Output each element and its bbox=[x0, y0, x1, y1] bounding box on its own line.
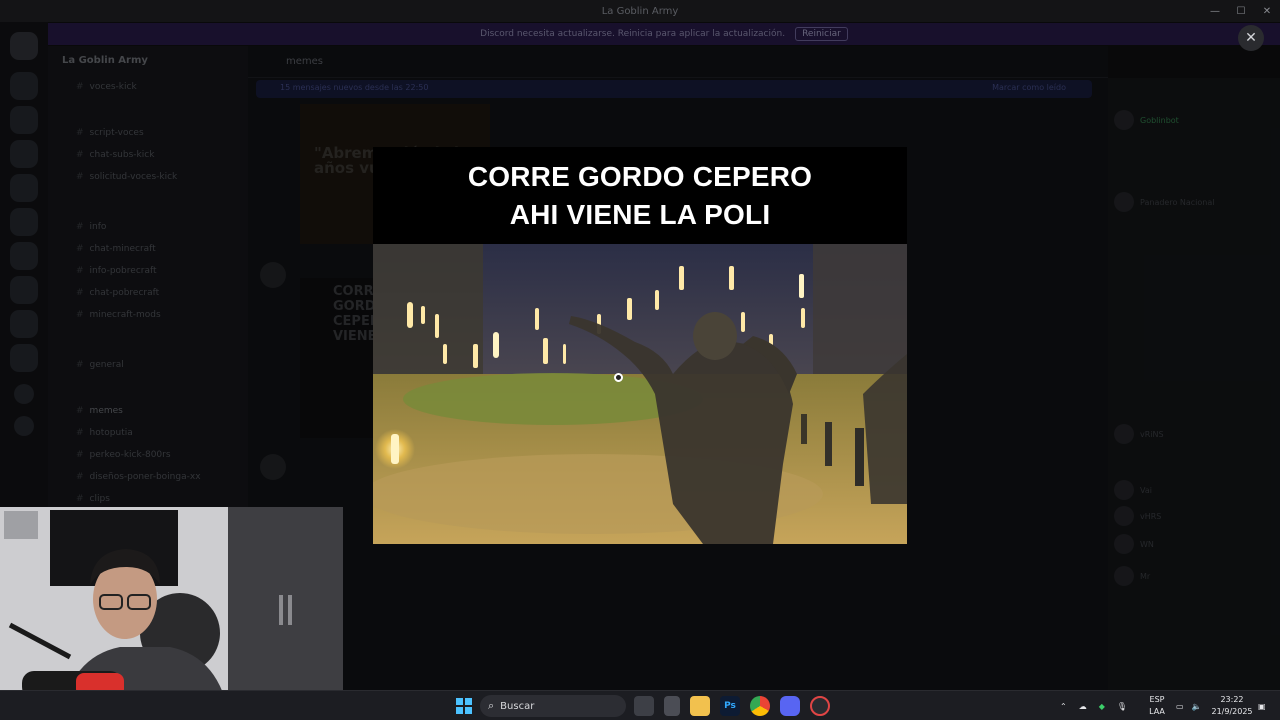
window-titlebar: La Goblin Army — ☐ ✕ bbox=[0, 0, 1280, 22]
wardrobe-handle bbox=[288, 595, 292, 625]
search-icon: ⌕ bbox=[488, 699, 495, 712]
photoshop-icon[interactable]: Ps bbox=[720, 696, 740, 716]
clock[interactable]: 23:22 21/9/2025 bbox=[1210, 694, 1254, 718]
notification-icon[interactable]: ▣ bbox=[1258, 691, 1266, 720]
windows-start-icon[interactable] bbox=[454, 696, 474, 716]
onedrive-icon[interactable]: ☁ bbox=[1079, 702, 1087, 711]
taskbar-search[interactable]: ⌕ Buscar bbox=[480, 695, 626, 717]
window-controls: — ☐ ✕ bbox=[1202, 0, 1280, 22]
network-icon[interactable]: ▭ bbox=[1176, 702, 1184, 711]
wardrobe-handle bbox=[279, 595, 283, 625]
language-code: ESP bbox=[1149, 695, 1165, 704]
search-label: Buscar bbox=[500, 700, 535, 712]
wall-frame bbox=[4, 511, 38, 539]
volume-icon[interactable]: 🔈 bbox=[1192, 702, 1202, 711]
status-icons: ▭ 🔈 bbox=[1176, 691, 1202, 720]
gif-caption-line-2: AHI VIENE LA POLI bbox=[509, 198, 771, 230]
wardrobe bbox=[228, 507, 343, 720]
gif-caption-line-1: CORRE GORDO CEPERO bbox=[467, 160, 813, 192]
window-title: La Goblin Army bbox=[601, 5, 679, 17]
chrome-icon[interactable] bbox=[750, 696, 770, 716]
defender-icon[interactable]: ◆ bbox=[1099, 702, 1105, 711]
app-icon[interactable] bbox=[664, 696, 680, 716]
system-tray: ⌃ ☁ ◆ 🎙 bbox=[1060, 691, 1127, 720]
screen: La Goblin Army — ☐ ✕ Discord necesita ac… bbox=[0, 0, 1280, 720]
chevron-up-icon[interactable]: ⌃ bbox=[1060, 702, 1067, 711]
discord-icon[interactable] bbox=[780, 696, 800, 716]
minimize-button[interactable]: — bbox=[1202, 0, 1228, 22]
gif-viewer[interactable]: CORRE GORDO CEPERO AHI VIENE LA POLI bbox=[373, 147, 907, 544]
maximize-button[interactable]: ☐ bbox=[1228, 0, 1254, 22]
zoom-cursor bbox=[614, 373, 623, 382]
app-icon[interactable] bbox=[810, 696, 830, 716]
file-explorer-icon[interactable] bbox=[690, 696, 710, 716]
windows-taskbar: ⌕ Buscar Ps ⌃ ☁ ◆ 🎙 ESP LAA ▭ 🔈 23:22 21… bbox=[0, 690, 1280, 720]
task-view-icon[interactable] bbox=[634, 696, 654, 716]
keyboard-layout: LAA bbox=[1149, 707, 1165, 716]
input-language[interactable]: ESP LAA bbox=[1146, 694, 1168, 718]
close-window-button[interactable]: ✕ bbox=[1254, 0, 1280, 22]
close-icon: ✕ bbox=[1245, 30, 1257, 46]
close-viewer-button[interactable]: ✕ bbox=[1238, 25, 1264, 51]
microphone-icon[interactable]: 🎙 bbox=[1117, 702, 1127, 711]
clock-time: 23:22 bbox=[1220, 695, 1244, 704]
gif-caption: CORRE GORDO CEPERO AHI VIENE LA POLI bbox=[373, 147, 907, 244]
gif-frame bbox=[373, 244, 907, 544]
webcam-overlay bbox=[0, 507, 343, 720]
clock-date: 21/9/2025 bbox=[1211, 707, 1253, 716]
